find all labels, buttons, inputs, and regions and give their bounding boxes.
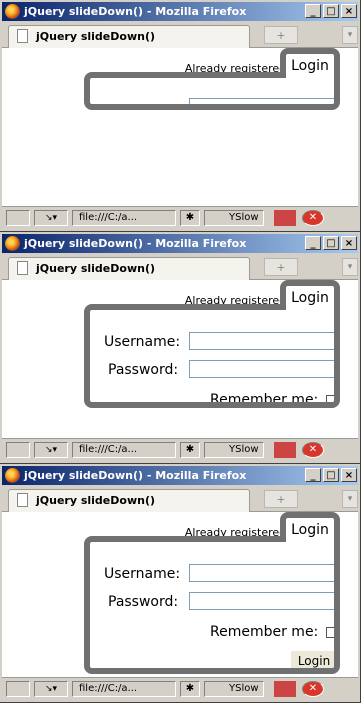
username-label: Username: — [104, 566, 181, 582]
puzzle-icon[interactable]: ✱ — [180, 681, 200, 697]
cursor-icon[interactable]: ↘▾ — [34, 681, 68, 697]
remember-me-label: Remember me: — [210, 624, 319, 640]
page-icon — [17, 29, 28, 43]
firefox-icon — [5, 236, 20, 251]
page-content: Already registered? Login Username: Pass… — [2, 512, 358, 677]
yslow-button[interactable]: YSlow — [204, 210, 264, 226]
username-input[interactable] — [189, 98, 334, 104]
login-tab[interactable]: Login — [280, 48, 340, 78]
window-maximize-button[interactable]: □ — [323, 468, 339, 482]
yslow-button[interactable]: YSlow — [204, 681, 264, 697]
status-bar: ↘▾ file:///C:/a... ✱ YSlow ✕ — [2, 438, 358, 461]
password-input[interactable] — [189, 360, 334, 378]
window-minimize-button[interactable]: _ — [305, 4, 321, 18]
status-url: file:///C:/a... — [72, 442, 176, 458]
remember-me-label: Remember me: — [210, 392, 319, 408]
screenshot-stack: jQuery slideDown() - Mozilla Firefox _ □… — [0, 0, 361, 703]
puzzle-icon[interactable]: ✱ — [180, 442, 200, 458]
browser-window-frame-1: jQuery slideDown() - Mozilla Firefox _ □… — [0, 0, 361, 232]
tab-jquery-slidedown[interactable]: jQuery slideDown() — [8, 489, 250, 512]
mail-icon[interactable] — [274, 442, 296, 458]
status-icon[interactable] — [6, 442, 30, 458]
browser-window-frame-3: jQuery slideDown() - Mozilla Firefox _ □… — [0, 464, 361, 703]
page-icon — [17, 261, 28, 275]
status-icon[interactable] — [6, 681, 30, 697]
window-minimize-button[interactable]: _ — [305, 468, 321, 482]
new-tab-button[interactable]: + — [264, 258, 298, 276]
tab-bar: jQuery slideDown() + ▾ — [2, 22, 358, 48]
yslow-label: YSlow — [229, 683, 259, 694]
page-content: Already registered? Login — [2, 48, 358, 206]
username-input[interactable] — [189, 332, 334, 350]
tab-label: jQuery slideDown() — [36, 30, 155, 43]
username-label: Username: — [104, 334, 181, 350]
mail-icon[interactable] — [274, 210, 296, 226]
page-content: Already registered? Login Username: Pass… — [2, 280, 358, 438]
status-url: file:///C:/a... — [72, 681, 176, 697]
yslow-button[interactable]: YSlow — [204, 442, 264, 458]
password-input[interactable] — [189, 592, 334, 610]
window-close-button[interactable]: × — [341, 468, 357, 482]
login-button[interactable]: Login — [290, 650, 334, 668]
tab-scroll-button[interactable]: ▾ — [342, 490, 358, 508]
tab-bar: jQuery slideDown() + ▾ — [2, 486, 358, 512]
window-title: jQuery slideDown() - Mozilla Firefox — [24, 237, 247, 250]
login-tab[interactable]: Login — [280, 512, 340, 542]
puzzle-icon[interactable]: ✱ — [180, 210, 200, 226]
new-tab-button[interactable]: + — [264, 26, 298, 44]
yslow-label: YSlow — [229, 444, 259, 455]
window-close-button[interactable]: × — [341, 236, 357, 250]
tab-bar: jQuery slideDown() + ▾ — [2, 254, 358, 280]
username-input[interactable] — [189, 564, 334, 582]
window-minimize-button[interactable]: _ — [305, 236, 321, 250]
status-bar: ↘▾ file:///C:/a... ✱ YSlow ✕ — [2, 677, 358, 700]
remember-me-checkbox[interactable] — [326, 627, 334, 638]
stop-icon[interactable]: ✕ — [302, 681, 324, 697]
new-tab-button[interactable]: + — [264, 490, 298, 508]
status-icon[interactable] — [6, 210, 30, 226]
password-label: Password: — [108, 594, 179, 610]
yslow-label: YSlow — [229, 212, 259, 223]
window-maximize-button[interactable]: □ — [323, 236, 339, 250]
page-icon — [17, 493, 28, 507]
remember-me-checkbox[interactable] — [326, 395, 334, 402]
tab-jquery-slidedown[interactable]: jQuery slideDown() — [8, 257, 250, 280]
cursor-icon[interactable]: ↘▾ — [34, 210, 68, 226]
login-panel: Username: Password: Remember me: — [84, 304, 340, 408]
cursor-icon[interactable]: ↘▾ — [34, 442, 68, 458]
browser-window-frame-2: jQuery slideDown() - Mozilla Firefox _ □… — [0, 232, 361, 464]
tab-scroll-button[interactable]: ▾ — [342, 258, 358, 276]
stop-icon[interactable]: ✕ — [302, 210, 324, 226]
window-close-button[interactable]: × — [341, 4, 357, 18]
title-bar: jQuery slideDown() - Mozilla Firefox _ □… — [2, 466, 358, 485]
firefox-icon — [5, 468, 20, 483]
window-title: jQuery slideDown() - Mozilla Firefox — [24, 469, 247, 482]
status-bar: ↘▾ file:///C:/a... ✱ YSlow ✕ — [2, 206, 358, 229]
window-maximize-button[interactable]: □ — [323, 4, 339, 18]
window-title: jQuery slideDown() - Mozilla Firefox — [24, 5, 247, 18]
login-panel: Username: Password: Remember me: Login — [84, 536, 340, 674]
tab-label: jQuery slideDown() — [36, 494, 155, 507]
title-bar: jQuery slideDown() - Mozilla Firefox _ □… — [2, 234, 358, 253]
tab-label: jQuery slideDown() — [36, 262, 155, 275]
stop-icon[interactable]: ✕ — [302, 442, 324, 458]
login-tab[interactable]: Login — [280, 280, 340, 310]
tab-scroll-button[interactable]: ▾ — [342, 26, 358, 44]
tab-jquery-slidedown[interactable]: jQuery slideDown() — [8, 25, 250, 48]
status-url: file:///C:/a... — [72, 210, 176, 226]
mail-icon[interactable] — [274, 681, 296, 697]
title-bar: jQuery slideDown() - Mozilla Firefox _ □… — [2, 2, 358, 21]
firefox-icon — [5, 4, 20, 19]
password-label: Password: — [108, 362, 179, 378]
